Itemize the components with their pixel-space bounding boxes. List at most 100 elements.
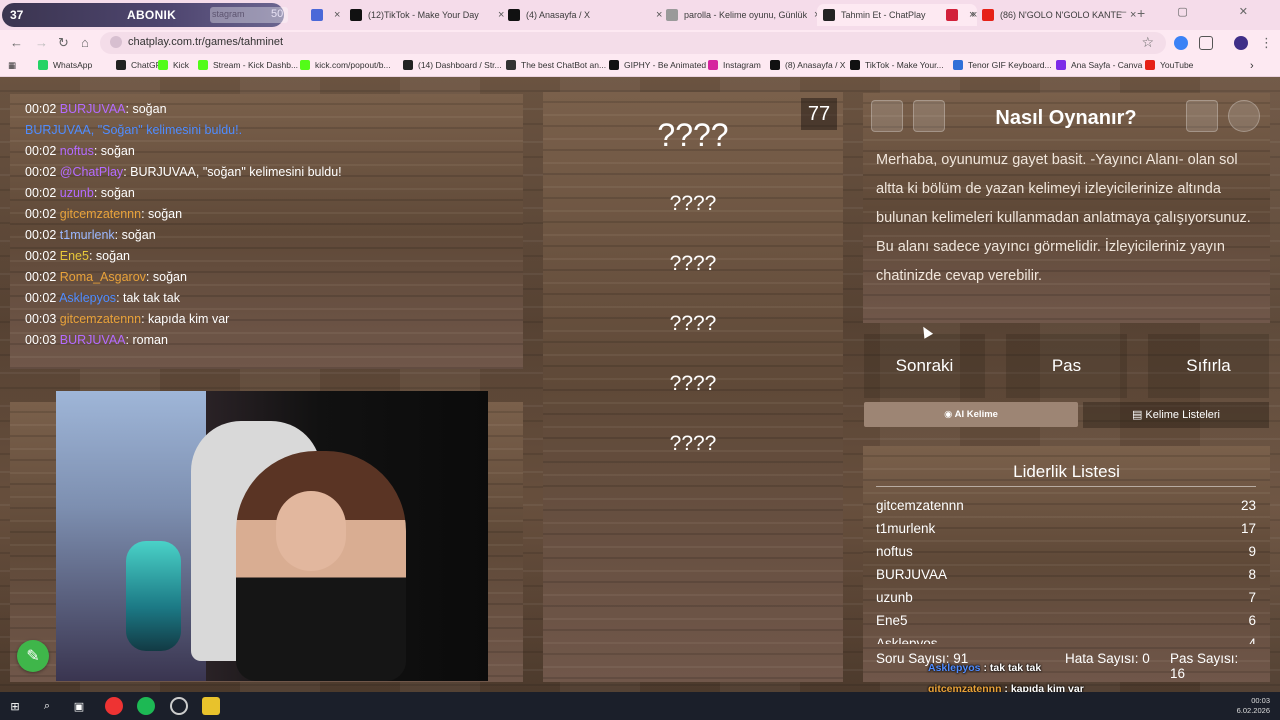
chat-timestamp: 00:02 [25,186,57,200]
bookmark-item[interactable]: kick.com/popout/b... [300,60,391,70]
chat-username: gitcemzatennn [59,207,142,221]
play-icon [666,9,678,21]
bookmark-item[interactable]: WhatsApp [38,60,92,70]
reset-button[interactable]: Sıfırla [1148,334,1269,398]
bookmark-favicon-icon [953,60,963,70]
chat-text: : soğan [114,228,156,242]
home-icon[interactable]: ⌂ [81,35,89,50]
chat-username: BURJUVAA, "Soğan" kelimesini buldu!. [25,123,243,137]
chat-text: : tak tak tak [116,291,180,305]
edit-pencil-icon[interactable]: ✎ [17,640,49,672]
chat-username: noftus [59,144,94,158]
browser-tab[interactable]: × [940,4,975,26]
document-icon[interactable] [913,100,945,132]
subscriber-goal-target: 50 [271,8,284,20]
windows-start-icon[interactable]: ⊞ [6,697,24,715]
bookmarks-overflow-icon[interactable]: › [1250,60,1254,72]
obs-icon[interactable] [170,697,188,715]
browser-tab[interactable]: parolla - Kelime oyunu, Günlük× [660,4,820,26]
subscriber-goal-label: ABONIK [127,8,177,22]
close-tab-icon[interactable]: × [334,9,340,21]
tray-date: 6.02.2026 [1236,706,1270,715]
settings-gear-icon[interactable] [1228,100,1260,132]
bookmark-favicon-icon [850,60,860,70]
bookmark-favicon-icon [609,60,619,70]
app-icon[interactable] [202,697,220,715]
bookmark-item[interactable]: (8) Anasayfa / X [770,60,845,70]
reload-icon[interactable]: ↻ [58,35,69,51]
extensions-puzzle-icon[interactable] [1199,36,1213,50]
system-tray[interactable]: 00:03 6.02.2026 [1237,696,1270,716]
search-icon[interactable]: ⌕ [38,697,56,715]
bookmark-item[interactable]: TikTok - Make Your... [850,60,944,70]
bookmark-label: (8) Anasayfa / X [785,60,846,70]
chat-timestamp: 00:03 [25,312,57,326]
chat-timestamp: 00:02 [25,165,57,179]
bookmark-favicon-icon [403,60,413,70]
back-icon[interactable]: ← [10,35,23,50]
bookmark-item[interactable]: GIPHY - Be Animated [609,60,706,70]
chat-timestamp: 00:03 [25,333,57,347]
youtube-icon [982,9,994,21]
browser-tab-title: (86) N'GOLO N'GOLO KANTE | [1000,10,1125,20]
chat-username: BURJUVAA [59,333,126,347]
leaderboard-score: 4 [1248,636,1256,644]
url-text[interactable]: chatplay.com.tr/games/tahminet [128,36,283,48]
forbidden-word: ???? [669,252,717,275]
webcam-feed [56,391,488,681]
fullscreen-icon[interactable] [871,100,903,132]
bookmark-favicon-icon [158,60,168,70]
extension-icon[interactable] [1174,36,1188,50]
webcam-streamer-face [276,491,346,571]
leaderboard-name: noftus [876,544,913,559]
bookmark-favicon-icon [300,60,310,70]
spotify-icon[interactable] [137,697,155,715]
bookmark-item[interactable]: Ana Sayfa - Canva [1056,60,1142,70]
profile-avatar[interactable] [1234,36,1248,50]
browser-tab[interactable]: (4) Anasayfa / X × [502,4,662,26]
leaderboard-row: Asklepyos 4 [876,632,1256,644]
close-tab-icon[interactable]: × [969,9,975,21]
bookmark-item[interactable]: YouTube [1145,60,1193,70]
bookmark-item[interactable]: Tenor GIF Keyboard... [953,60,1052,70]
next-button[interactable]: Sonraki [864,334,985,398]
bookmark-item[interactable]: (14) Dashboard / Str... [403,60,502,70]
bookmark-item[interactable]: The best ChatBot an... [506,60,606,70]
ai-word-button[interactable]: ◉ AI Kelime [864,402,1078,427]
chat-text: : soğan [88,249,130,263]
bookmark-label: Ana Sayfa - Canva [1071,60,1143,70]
logout-icon[interactable] [1186,100,1218,132]
bookmark-item[interactable]: Instagram [708,60,761,70]
bookmark-item[interactable]: Stream - Kick Dashb... [198,60,298,70]
robot-icon: ◉ [944,409,955,420]
browser-tab[interactable]: (12)TikTok - Make Your Day × [344,4,504,26]
apps-grid-icon[interactable]: ▦ [8,60,16,71]
leaderboard-score: 23 [1240,498,1256,513]
bookmark-item[interactable]: Kick [158,60,189,70]
main-word: ???? [657,117,729,153]
chat-message: 00:02 uzunb: soğan [25,183,342,204]
word-lists-button[interactable]: ▤ Kelime Listeleri [1083,402,1269,428]
forward-icon[interactable]: → [35,35,48,50]
menu-kebab-icon[interactable]: ⋮ [1260,35,1273,51]
browser-tab[interactable]: (86) N'GOLO N'GOLO KANTE | × [976,4,1136,26]
browser-tab[interactable]: × [305,4,340,26]
chat-text: : soğan [93,186,135,200]
leaderboard-name: uzunb [876,590,913,605]
bookmark-star-icon[interactable]: ☆ [1141,34,1154,51]
leaderboard-score: 6 [1248,613,1256,628]
bookmark-label: YouTube [1160,60,1194,70]
leaderboard-row: BURJUVAA 8 [876,563,1256,586]
task-view-icon[interactable]: ▣ [70,697,88,715]
chrome-icon[interactable] [105,697,123,715]
pass-button[interactable]: Pas [1006,334,1127,398]
site-info-icon[interactable] [110,36,122,48]
bookmark-favicon-icon [1056,60,1066,70]
leaderboard-row: noftus 9 [876,540,1256,563]
tiktok-icon [350,9,362,21]
bookmark-label: (14) Dashboard / Str... [418,60,502,70]
leaderboard-score: 17 [1240,521,1256,536]
how-to-play-title: Nasıl Oynanır? [995,107,1137,129]
address-bar[interactable]: chatplay.com.tr/games/tahminet ☆ [100,32,1166,54]
window-controls[interactable]: – ▢ ✕ [1120,5,1272,18]
